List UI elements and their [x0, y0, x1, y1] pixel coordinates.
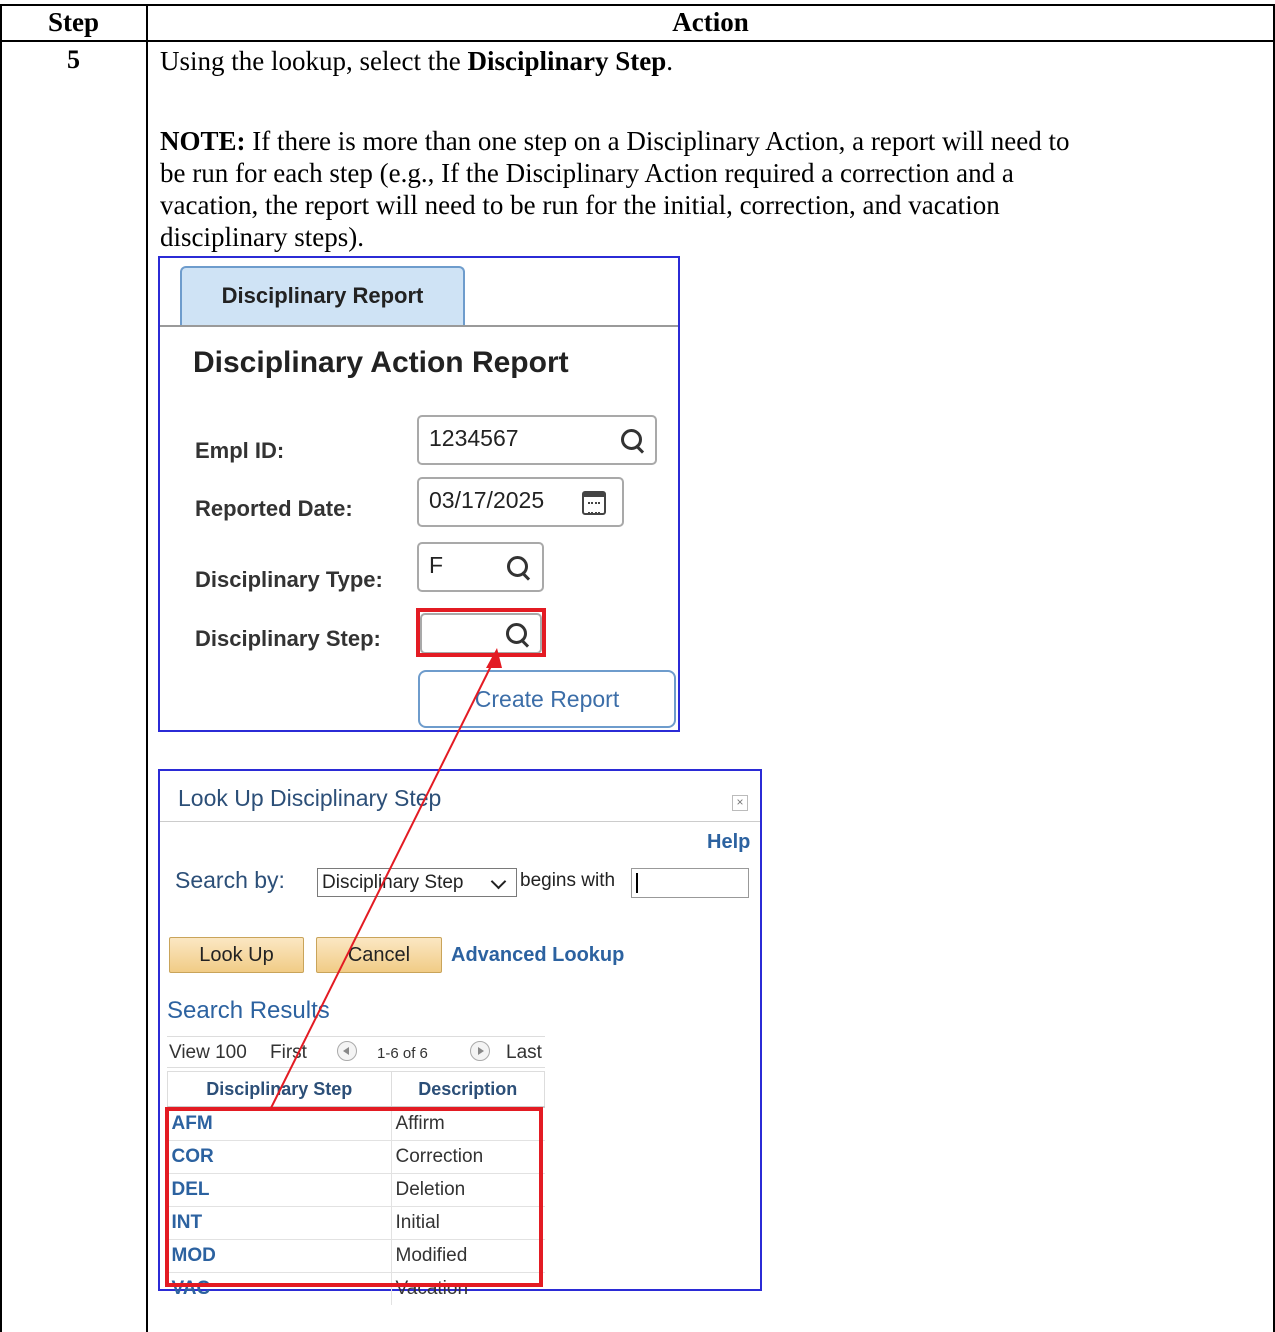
disciplinary-type-field[interactable]: F: [417, 542, 544, 592]
report-screenshot: Disciplinary Report Disciplinary Action …: [158, 256, 680, 732]
empl-id-value: 1234567: [429, 425, 519, 451]
column-divider: [146, 4, 148, 1332]
note-line-3: vacation, the report will need to be run…: [160, 190, 1000, 220]
instruction-text: Using the lookup, select the: [160, 46, 468, 76]
last-link[interactable]: Last: [506, 1042, 542, 1064]
note-line-1: NOTE: If there is more than one step on …: [160, 125, 1260, 157]
column-header[interactable]: Description: [390, 1071, 545, 1108]
chevron-down-icon: [490, 873, 507, 890]
note-text-1: If there is more than one step on a Disc…: [245, 126, 1070, 156]
empl-id-field[interactable]: 1234567: [417, 415, 657, 465]
reported-date-label: Reported Date:: [195, 496, 353, 521]
header-bottom-border: [0, 40, 1275, 42]
view-100-link[interactable]: View 100: [169, 1042, 247, 1064]
disciplinary-step-highlight: [416, 608, 546, 657]
disciplinary-type-label: Disciplinary Type:: [195, 567, 383, 592]
table-header-row: Disciplinary Step Description: [167, 1071, 545, 1108]
column-header[interactable]: Disciplinary Step: [167, 1071, 392, 1108]
create-report-button[interactable]: Create Report: [418, 670, 676, 728]
previous-icon[interactable]: [337, 1041, 357, 1061]
header-action: Action: [672, 7, 749, 37]
search-results-title: Search Results: [167, 997, 330, 1024]
next-icon[interactable]: [470, 1041, 490, 1061]
operator-label: begins with: [520, 870, 616, 891]
table-left-border: [0, 4, 2, 1332]
cancel-button[interactable]: Cancel: [316, 937, 442, 973]
close-icon[interactable]: ×: [732, 795, 748, 811]
lookup-screenshot: Look Up Disciplinary Step × Help Search …: [158, 769, 762, 1305]
search-icon[interactable]: [507, 556, 528, 577]
disciplinary-step-label: Disciplinary Step:: [195, 626, 381, 651]
empl-id-label: Empl ID:: [195, 438, 285, 463]
look-up-button[interactable]: Look Up: [169, 937, 304, 973]
search-icon[interactable]: [621, 429, 642, 450]
help-link[interactable]: Help: [707, 831, 750, 854]
instruction-line: Using the lookup, select the Disciplinar…: [160, 45, 1260, 77]
calendar-icon[interactable]: [582, 491, 606, 515]
note-paragraph: NOTE: If there is more than one step on …: [160, 125, 1260, 253]
search-by-label: Search by:: [175, 867, 285, 893]
reported-date-value: 03/17/2025: [429, 487, 545, 513]
page-title: Disciplinary Action Report: [193, 346, 569, 379]
advanced-lookup-link[interactable]: Advanced Lookup: [451, 944, 624, 967]
results-range: 1-6 of 6: [377, 1045, 428, 1062]
instruction-bold: Disciplinary Step: [467, 46, 667, 76]
reported-date-field[interactable]: 03/17/2025: [417, 477, 624, 527]
results-navigation: View 100 First 1-6 of 6 Last: [167, 1036, 545, 1068]
search-input[interactable]: [631, 868, 749, 898]
title-divider: [160, 821, 760, 822]
step-number: 5: [67, 45, 80, 74]
note-label: NOTE:: [160, 126, 246, 156]
header-step: Step: [47, 7, 99, 37]
disciplinary-type-value: F: [429, 552, 444, 578]
text-caret: [636, 873, 638, 893]
instruction-period: .: [666, 46, 673, 76]
first-link[interactable]: First: [270, 1042, 307, 1064]
results-highlight: [165, 1107, 543, 1287]
tab-disciplinary-report[interactable]: Disciplinary Report: [180, 266, 465, 325]
note-line-2: be run for each step (e.g., If the Disci…: [160, 158, 1014, 188]
search-by-value: Disciplinary Step: [322, 872, 464, 893]
tab-bar: Disciplinary Report: [160, 258, 678, 327]
lookup-title: Look Up Disciplinary Step: [178, 785, 442, 811]
note-line-4: disciplinary steps).: [160, 222, 364, 252]
search-by-select[interactable]: Disciplinary Step: [317, 868, 517, 897]
